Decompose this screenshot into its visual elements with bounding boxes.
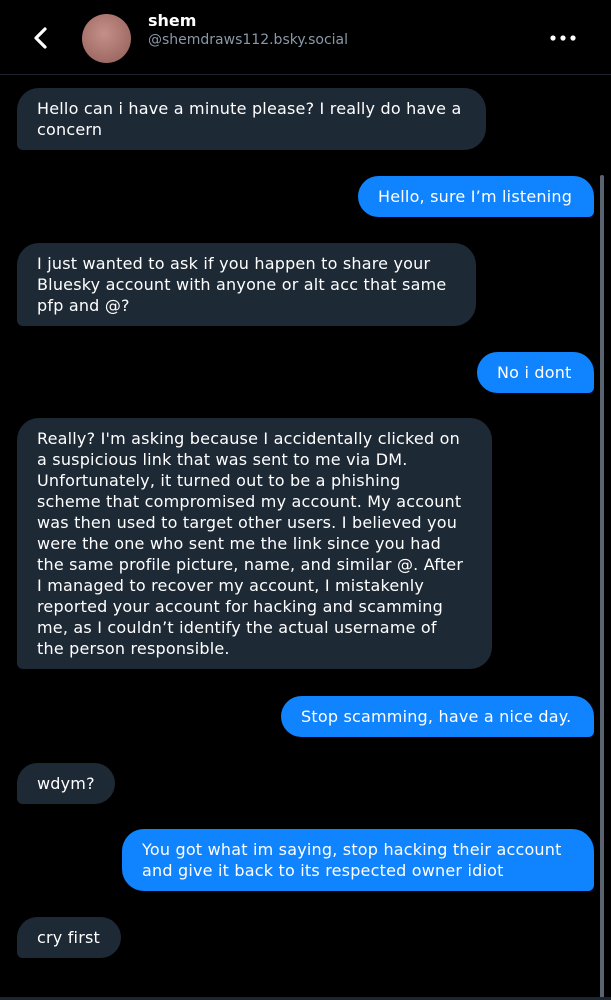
back-button[interactable]	[26, 22, 56, 54]
message-text: Hello, sure I’m listening	[378, 187, 573, 206]
message-bubble-sent[interactable]: No i dont	[477, 352, 594, 393]
message-text: Hello can i have a minute please? I real…	[37, 99, 462, 118]
message-bubble-received[interactable]: Really? I'm asking because I accidentall…	[17, 418, 492, 669]
avatar[interactable]	[82, 14, 131, 63]
more-options-button[interactable]	[544, 26, 582, 50]
message-bubble-received[interactable]: cry first	[17, 917, 121, 958]
message-text: You got what im saying, stop hacking the…	[142, 840, 562, 859]
message-text: the same profile picture, name, and simi…	[37, 555, 464, 574]
message-text: wdym?	[37, 774, 95, 793]
message-text: I managed to recover my account, I mista…	[37, 576, 425, 595]
user-handle: @shemdraws112.bsky.social	[148, 32, 348, 48]
message-bubble-received[interactable]: wdym?	[17, 763, 115, 804]
message-bubble-received[interactable]: Hello can i have a minute please? I real…	[17, 88, 486, 150]
message-text: Stop scamming, have a nice day.	[301, 707, 572, 726]
message-text: scheme that compromised my account. My a…	[37, 492, 462, 511]
scrollbar[interactable]	[600, 175, 604, 1000]
chevron-left-icon	[34, 27, 47, 49]
message-text: concern	[37, 120, 103, 139]
message-text: Really? I'm asking because I accidentall…	[37, 429, 460, 448]
message-bubble-sent[interactable]: Stop scamming, have a nice day.	[281, 696, 594, 737]
message-text: No i dont	[497, 363, 572, 382]
message-text: the person responsible.	[37, 639, 230, 658]
message-text: cry first	[37, 928, 100, 947]
message-text: pfp and @?	[37, 296, 130, 315]
message-text: me, as I couldn’t identify the actual us…	[37, 618, 437, 637]
message-text: and give it back to its respected owner …	[142, 861, 504, 880]
message-text: was then used to target other users. I b…	[37, 513, 458, 532]
message-text: were the one who sent me the link since …	[37, 534, 441, 553]
message-text: I just wanted to ask if you happen to sh…	[37, 254, 431, 273]
message-bubble-sent[interactable]: You got what im saying, stop hacking the…	[122, 829, 594, 891]
message-text: Unfortunately, it turned out to be a phi…	[37, 471, 401, 490]
message-text: Bluesky account with anyone or alt acc t…	[37, 275, 447, 294]
ellipsis-horizontal-icon	[550, 35, 576, 41]
message-bubble-sent[interactable]: Hello, sure I’m listening	[358, 176, 594, 217]
message-list[interactable]: Hello can i have a minute please? I real…	[0, 75, 611, 1000]
message-text: a suspicious link that was sent to me vi…	[37, 450, 408, 469]
message-bubble-received[interactable]: I just wanted to ask if you happen to sh…	[17, 243, 476, 326]
message-text: reported your account for hacking and sc…	[37, 597, 444, 616]
display-name[interactable]: shem	[148, 11, 196, 30]
conversation-header: shem @shemdraws112.bsky.social	[0, 0, 611, 75]
